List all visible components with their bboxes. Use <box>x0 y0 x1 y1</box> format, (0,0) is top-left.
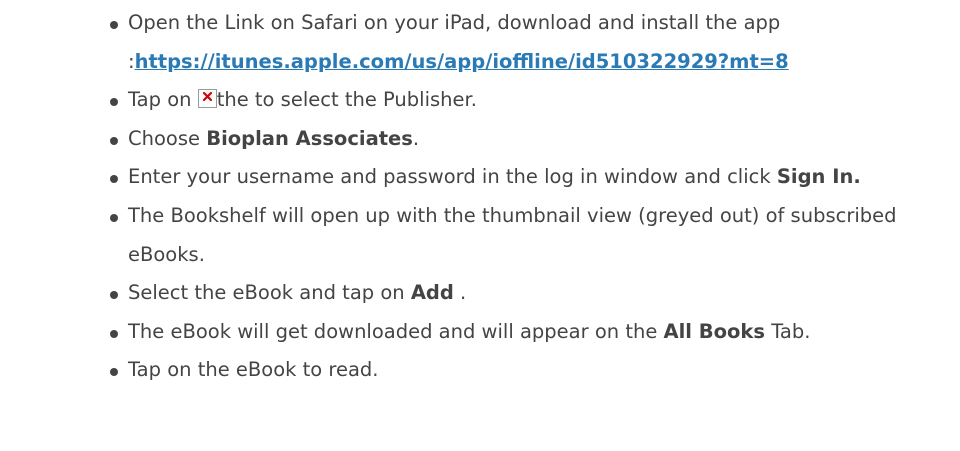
publisher-name: Bioplan Associates <box>206 126 413 150</box>
list-item: Choose Bioplan Associates. <box>110 120 960 159</box>
list-item: The Bookshelf will open up with the thum… <box>110 197 960 274</box>
step-text: Tab. <box>765 319 811 343</box>
all-books-tab-label: All Books <box>663 319 766 343</box>
list-item: Select the eBook and tap on Add . <box>110 274 960 313</box>
step-text: Select the eBook and tap on <box>128 281 411 305</box>
sign-in-label: Sign In. <box>776 165 861 189</box>
step-text: Enter your username and password in the … <box>128 165 777 189</box>
step-text: The eBook will get downloaded and will a… <box>128 319 664 343</box>
link-prefix: : <box>128 49 135 73</box>
step-text: Tap on the eBook to read. <box>128 358 379 382</box>
step-text: . <box>453 281 467 305</box>
list-item: Tap on the eBook to read. <box>110 351 960 390</box>
itunes-app-link[interactable]: https://itunes.apple.com/us/app/ioffline… <box>135 50 789 73</box>
step-text: Choose <box>128 126 207 150</box>
instruction-list: Open the Link on Safari on your iPad, do… <box>0 4 960 390</box>
list-item: Open the Link on Safari on your iPad, do… <box>110 4 960 81</box>
list-item: Enter your username and password in the … <box>110 158 960 197</box>
step-text: Tap on <box>128 88 198 112</box>
step-text: . <box>412 126 420 150</box>
step-text: Open the Link on Safari on your iPad, do… <box>128 11 781 34</box>
list-item: The eBook will get downloaded and will a… <box>110 313 960 352</box>
broken-image-icon[interactable] <box>197 89 217 109</box>
step-text: The Bookshelf will open up with the thum… <box>128 203 897 266</box>
step-text: the to select the Publisher. <box>216 88 477 112</box>
add-label: Add <box>410 281 454 305</box>
list-item: Tap on the to select the Publisher. <box>110 81 960 120</box>
